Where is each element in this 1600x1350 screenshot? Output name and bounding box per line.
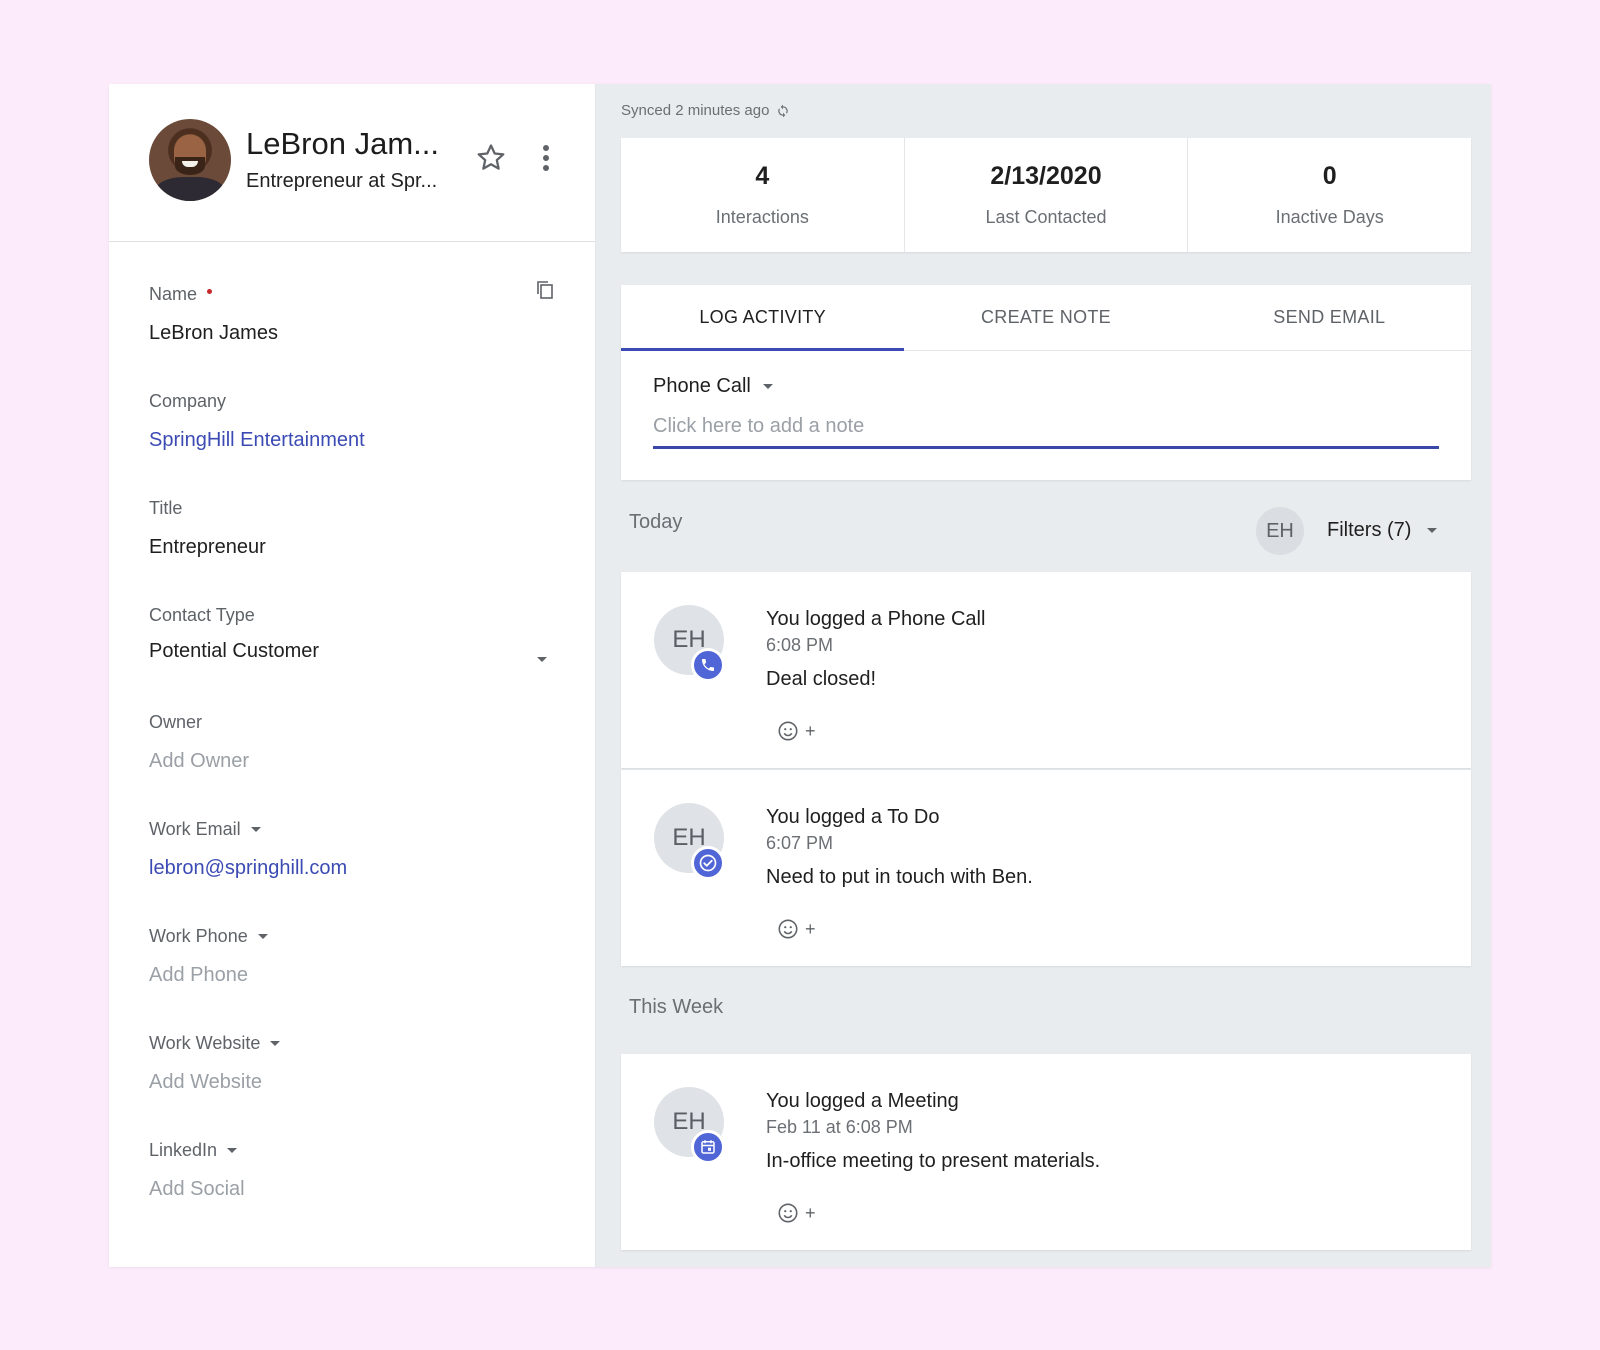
emoji-icon bbox=[778, 1203, 798, 1223]
work-website-field: Work Website Add Website bbox=[149, 1033, 559, 1094]
stat-value: 4 bbox=[755, 162, 770, 190]
composer-tabs: LOG ACTIVITY CREATE NOTE SEND EMAIL bbox=[621, 285, 1471, 351]
entry-body: Need to put in touch with Ben. bbox=[766, 866, 1033, 888]
linkedin-field: LinkedIn Add Social bbox=[149, 1140, 559, 1201]
sync-icon[interactable] bbox=[776, 104, 790, 118]
contact-type-select[interactable]: Potential Customer bbox=[149, 640, 559, 663]
contact-name: LeBron Jam... bbox=[246, 126, 439, 161]
stats-bar: 4 Interactions 2/13/2020 Last Contacted … bbox=[621, 138, 1471, 252]
owner-field: Owner Add Owner bbox=[149, 712, 559, 773]
name-value[interactable]: LeBron James bbox=[149, 322, 559, 345]
chevron-down-icon[interactable] bbox=[227, 1148, 238, 1153]
crm-contact-window: LeBron Jam... Entrepreneur at Spr... Nam… bbox=[109, 84, 1491, 1267]
contact-details-panel: LeBron Jam... Entrepreneur at Spr... Nam… bbox=[109, 84, 596, 1267]
add-reaction-button[interactable]: + bbox=[777, 918, 816, 940]
work-phone-field: Work Phone Add Phone bbox=[149, 926, 559, 987]
linkedin-label[interactable]: LinkedIn bbox=[149, 1140, 217, 1161]
sync-status: Synced 2 minutes ago bbox=[621, 102, 790, 119]
title-field: Title Entrepreneur bbox=[149, 498, 559, 559]
sync-text: Synced 2 minutes ago bbox=[621, 102, 770, 119]
company-field: Company SpringHill Entertainment bbox=[149, 391, 559, 452]
tab-log-activity[interactable]: LOG ACTIVITY bbox=[621, 285, 905, 351]
chevron-down-icon[interactable] bbox=[762, 384, 773, 389]
add-reaction-button[interactable]: + bbox=[777, 1202, 816, 1224]
favorite-button[interactable] bbox=[473, 140, 509, 176]
stat-label: Interactions bbox=[715, 207, 809, 227]
timeline-entry: EH You logged a Phone Call 6:08 PM Deal … bbox=[621, 572, 1471, 768]
entry-time: 6:07 PM bbox=[766, 833, 834, 853]
chevron-down-icon[interactable] bbox=[270, 1041, 281, 1046]
contact-type-field[interactable]: Contact Type Potential Customer bbox=[149, 605, 559, 663]
company-link[interactable]: SpringHill Entertainment bbox=[149, 429, 559, 452]
owner-label: Owner bbox=[149, 712, 203, 732]
entry-title: You logged a To Do bbox=[766, 806, 940, 828]
stat-inactive-days: 0 Inactive Days bbox=[1188, 138, 1471, 252]
activity-type-dropdown[interactable]: Phone Call bbox=[653, 375, 773, 398]
plus-label: + bbox=[805, 720, 816, 741]
stat-last-contacted: 2/13/2020 Last Contacted bbox=[905, 138, 1189, 252]
owner-input[interactable]: Add Owner bbox=[149, 750, 559, 773]
avatar bbox=[149, 119, 231, 201]
title-value[interactable]: Entrepreneur bbox=[149, 536, 559, 559]
note-input[interactable] bbox=[653, 411, 1439, 449]
work-phone-label[interactable]: Work Phone bbox=[149, 926, 248, 947]
work-phone-input[interactable]: Add Phone bbox=[149, 964, 559, 987]
calendar-icon bbox=[691, 1130, 725, 1164]
activity-panel: Synced 2 minutes ago 4 Interactions 2/13… bbox=[596, 84, 1491, 1267]
work-email-label[interactable]: Work Email bbox=[149, 819, 241, 840]
profile-header: LeBron Jam... Entrepreneur at Spr... bbox=[109, 84, 595, 242]
entry-body: Deal closed! bbox=[766, 668, 877, 690]
chevron-down-icon[interactable] bbox=[250, 827, 261, 832]
section-today: Today bbox=[629, 511, 683, 533]
star-icon bbox=[477, 144, 505, 170]
phone-icon bbox=[691, 648, 725, 682]
add-reaction-button[interactable]: + bbox=[777, 720, 816, 742]
chevron-down-icon[interactable] bbox=[257, 934, 268, 939]
plus-label: + bbox=[805, 1202, 816, 1223]
activity-composer: LOG ACTIVITY CREATE NOTE SEND EMAIL Phon… bbox=[621, 285, 1471, 480]
name-label: Name bbox=[149, 284, 198, 304]
emoji-icon bbox=[778, 919, 798, 939]
chevron-down-icon[interactable] bbox=[1427, 528, 1438, 533]
check-circle-icon bbox=[691, 846, 725, 880]
more-vert-icon bbox=[543, 145, 549, 171]
entry-time: Feb 11 at 6:08 PM bbox=[766, 1117, 913, 1137]
stat-value: 2/13/2020 bbox=[990, 162, 1102, 190]
title-label: Title bbox=[149, 498, 183, 518]
entry-title: You logged a Meeting bbox=[766, 1090, 959, 1112]
filters-label[interactable]: Filters (7) bbox=[1327, 519, 1411, 542]
tab-create-note[interactable]: CREATE NOTE bbox=[904, 285, 1187, 350]
stat-label: Inactive Days bbox=[1275, 207, 1384, 227]
plus-label: + bbox=[805, 918, 816, 939]
section-this-week: This Week bbox=[629, 996, 724, 1018]
work-email-link[interactable]: lebron@springhill.com bbox=[149, 857, 559, 880]
work-website-label[interactable]: Work Website bbox=[149, 1033, 260, 1054]
emoji-icon bbox=[778, 721, 798, 741]
required-indicator bbox=[207, 289, 213, 294]
copy-icon bbox=[537, 281, 553, 299]
stat-label: Last Contacted bbox=[985, 207, 1107, 227]
timeline-entry: EH You logged a To Do 6:07 PM Need to pu… bbox=[621, 770, 1471, 966]
more-options-button[interactable] bbox=[534, 140, 558, 176]
stat-interactions: 4 Interactions bbox=[621, 138, 905, 252]
stat-value: 0 bbox=[1322, 162, 1337, 190]
company-label: Company bbox=[149, 391, 227, 411]
tab-send-email[interactable]: SEND EMAIL bbox=[1188, 285, 1471, 350]
user-filter-avatar[interactable]: EH bbox=[1256, 507, 1304, 555]
name-field: Name LeBron James bbox=[149, 281, 559, 345]
entry-body: In-office meeting to present materials. bbox=[766, 1150, 1101, 1172]
contact-subtitle: Entrepreneur at Spr... bbox=[246, 170, 438, 192]
work-email-field: Work Email lebron@springhill.com bbox=[149, 819, 559, 880]
filters-button[interactable]: Filters (7) bbox=[1327, 519, 1438, 542]
copy-button[interactable] bbox=[531, 276, 559, 304]
linkedin-input[interactable]: Add Social bbox=[149, 1178, 559, 1201]
timeline-entry: EH You logged a Meeting Feb 11 at 6:08 P… bbox=[621, 1054, 1471, 1250]
contact-type-label: Contact Type bbox=[149, 605, 255, 625]
entry-time: 6:08 PM bbox=[766, 635, 834, 655]
chevron-down-icon[interactable] bbox=[537, 657, 547, 662]
entry-title: You logged a Phone Call bbox=[766, 608, 986, 630]
activity-type-label[interactable]: Phone Call bbox=[653, 375, 751, 398]
work-website-input[interactable]: Add Website bbox=[149, 1071, 559, 1094]
